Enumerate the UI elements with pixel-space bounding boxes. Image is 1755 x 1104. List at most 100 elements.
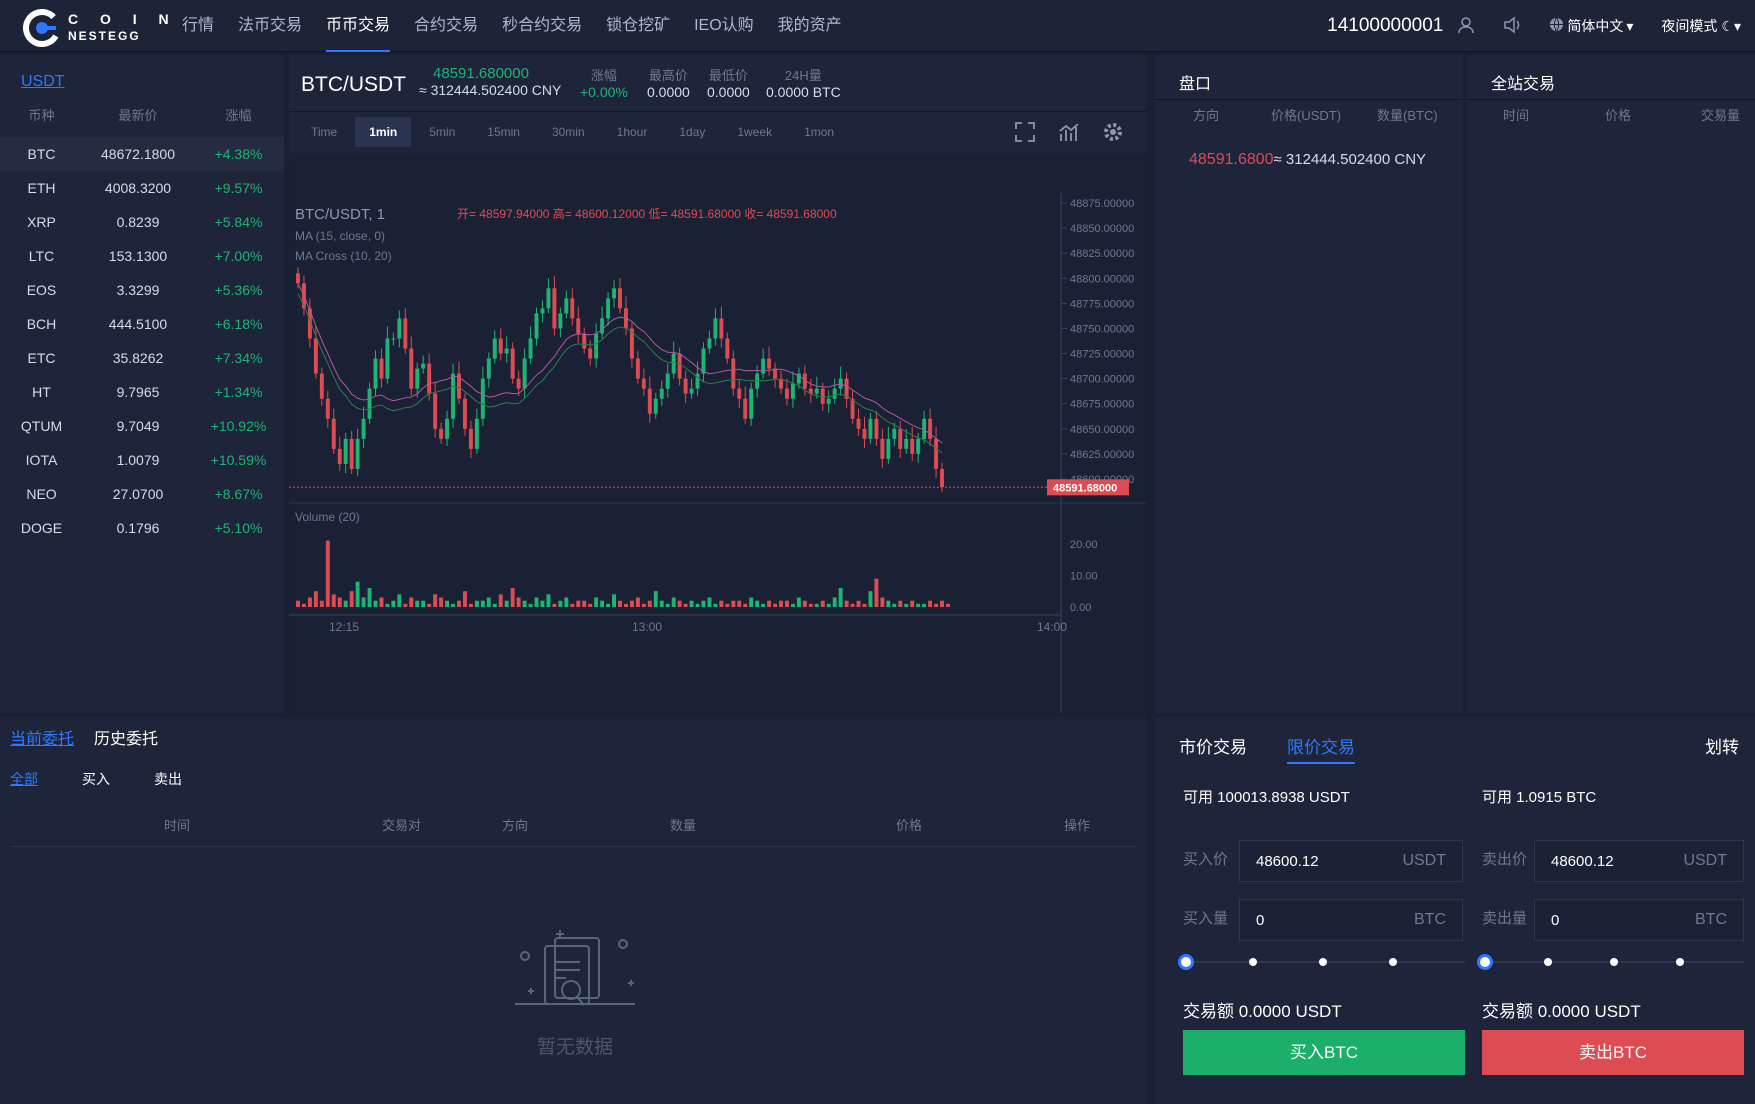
candle-body bbox=[397, 318, 402, 339]
settings-gear-icon[interactable] bbox=[1102, 121, 1124, 146]
candle-body bbox=[391, 338, 396, 340]
logo[interactable]: C O I N NESTEGG bbox=[22, 8, 178, 48]
nav-market[interactable]: 行情 bbox=[170, 0, 226, 52]
nav-staking[interactable]: 锁仓挖矿 bbox=[594, 0, 682, 52]
volume-bar bbox=[820, 600, 825, 607]
buy-slider-handle[interactable] bbox=[1178, 954, 1194, 970]
user-icon[interactable] bbox=[1457, 16, 1475, 37]
market-row[interactable]: LTC 153.1300 +7.00% bbox=[0, 239, 284, 273]
volume-bar bbox=[785, 600, 789, 607]
market-row[interactable]: BCH 444.5100 +6.18% bbox=[0, 307, 284, 341]
night-mode-toggle[interactable]: 夜间模式 ☾▾ bbox=[1661, 16, 1741, 36]
market-row-coin: BTC bbox=[27, 146, 56, 162]
fullscreen-icon[interactable] bbox=[1014, 121, 1036, 146]
volume-bar bbox=[433, 594, 438, 607]
sell-button[interactable]: 卖出BTC bbox=[1482, 1030, 1744, 1075]
logo-text-line1: C O I N bbox=[68, 11, 178, 27]
candle-body bbox=[689, 388, 694, 394]
candle-body bbox=[737, 388, 742, 399]
volume-bar bbox=[916, 603, 921, 607]
volume-bar bbox=[892, 603, 897, 607]
candle-body bbox=[576, 318, 581, 334]
candle-body bbox=[659, 388, 664, 399]
volume-bar bbox=[331, 594, 336, 607]
market-row[interactable]: DOGE 0.1796 +5.10% bbox=[0, 511, 284, 545]
market-row-coin: DOGE bbox=[20, 520, 63, 536]
tf-time[interactable]: Time bbox=[297, 117, 351, 147]
tab-current-orders[interactable]: 当前委托 bbox=[10, 725, 74, 749]
tf-1day[interactable]: 1day bbox=[665, 117, 719, 147]
volume-bar bbox=[445, 600, 450, 607]
volume-bar bbox=[510, 588, 515, 607]
candle-body bbox=[588, 348, 593, 359]
buy-percent-slider[interactable] bbox=[1178, 954, 1465, 970]
volume-bar bbox=[844, 600, 849, 607]
tf-1min[interactable]: 1min bbox=[355, 117, 412, 147]
user-phone[interactable]: 14100000001 bbox=[1327, 15, 1443, 37]
sell-slider-handle[interactable] bbox=[1477, 954, 1493, 970]
tab-order-history[interactable]: 历史委托 bbox=[94, 725, 158, 749]
volume-bar bbox=[349, 591, 354, 607]
indicators-icon[interactable] bbox=[1058, 121, 1080, 146]
volume-bar bbox=[594, 597, 599, 607]
candlestick-chart[interactable]: BTC/USDT, 1 开= 48597.94000 高= 48600.12000… bbox=[289, 153, 1146, 755]
candle-body bbox=[665, 373, 670, 389]
nav-fiat-trade[interactable]: 法币交易 bbox=[226, 0, 314, 52]
market-row[interactable]: HT 9.7965 +1.34% bbox=[0, 375, 284, 409]
volume-bar bbox=[904, 603, 909, 607]
tab-limit-order[interactable]: 限价交易 bbox=[1287, 733, 1355, 764]
market-row[interactable]: XRP 0.8239 +5.84% bbox=[0, 205, 284, 239]
tf-1hour[interactable]: 1hour bbox=[603, 117, 662, 147]
candle-body bbox=[331, 418, 336, 449]
nav-assets[interactable]: 我的资产 bbox=[766, 0, 854, 52]
volume-bar bbox=[731, 600, 736, 607]
buy-qty-input[interactable]: 0 BTC bbox=[1239, 899, 1463, 941]
market-row[interactable]: EOS 3.3299 +5.36% bbox=[0, 273, 284, 307]
market-row[interactable]: NEO 27.0700 +8.67% bbox=[0, 477, 284, 511]
market-trades-panel: 全站交易 时间 价格 交易量 bbox=[1467, 55, 1755, 713]
sell-qty-input[interactable]: 0 BTC bbox=[1534, 899, 1744, 941]
market-row[interactable]: QTUM 9.7049 +10.92% bbox=[0, 409, 284, 443]
filter-buy[interactable]: 买入 bbox=[82, 769, 110, 789]
nav-spot-trade[interactable]: 币币交易 bbox=[314, 0, 402, 52]
tab-market-order[interactable]: 市价交易 bbox=[1179, 733, 1247, 764]
tf-15min[interactable]: 15min bbox=[473, 117, 534, 147]
nav-second-contract[interactable]: 秒合约交易 bbox=[490, 0, 594, 52]
empty-state: 暂无数据 bbox=[500, 930, 650, 1059]
filter-sell[interactable]: 卖出 bbox=[154, 769, 182, 789]
market-row[interactable]: BTC 48672.1800 +4.38% bbox=[0, 137, 284, 171]
buy-button[interactable]: 买入BTC bbox=[1183, 1030, 1465, 1075]
globe-icon bbox=[1549, 17, 1564, 35]
candle-body bbox=[528, 338, 533, 359]
candle-body bbox=[582, 333, 587, 349]
volume-bar bbox=[653, 591, 658, 607]
language-selector[interactable]: 简体中文 ▾ bbox=[1549, 16, 1633, 36]
sell-price-unit: USDT bbox=[1683, 852, 1727, 869]
transfer-button[interactable]: 划转 bbox=[1705, 733, 1739, 758]
volume-bar bbox=[391, 600, 396, 607]
buy-price-input[interactable]: 48600.12 USDT bbox=[1239, 840, 1463, 882]
volume-bar bbox=[713, 603, 718, 607]
quote-tab-usdt[interactable]: USDT bbox=[21, 73, 65, 91]
nav-contract-trade[interactable]: 合约交易 bbox=[402, 0, 490, 52]
sound-icon[interactable] bbox=[1503, 15, 1523, 37]
candle-body bbox=[653, 398, 658, 414]
sell-percent-slider[interactable] bbox=[1477, 954, 1744, 970]
market-row[interactable]: ETH 4008.3200 +9.57% bbox=[0, 171, 284, 205]
chart-background bbox=[289, 153, 1146, 755]
tf-1week[interactable]: 1week bbox=[723, 117, 786, 147]
tf-30min[interactable]: 30min bbox=[538, 117, 599, 147]
candle-body bbox=[546, 288, 551, 309]
header-price: 最新价 bbox=[118, 108, 158, 123]
volume-bar bbox=[451, 603, 455, 607]
nav-ieo[interactable]: IEO认购 bbox=[682, 0, 766, 52]
market-row[interactable]: ETC 35.8262 +7.34% bbox=[0, 341, 284, 375]
moon-icon: ☾▾ bbox=[1721, 17, 1741, 34]
filter-all[interactable]: 全部 bbox=[10, 769, 38, 789]
market-row[interactable]: IOTA 1.0079 +10.59% bbox=[0, 443, 284, 477]
tf-1mon[interactable]: 1mon bbox=[790, 117, 848, 147]
tf-5min[interactable]: 5min bbox=[415, 117, 469, 147]
low-value: 0.0000 bbox=[707, 84, 750, 100]
sell-price-input[interactable]: 48600.12 USDT bbox=[1534, 840, 1744, 882]
volume-bar bbox=[582, 600, 587, 607]
